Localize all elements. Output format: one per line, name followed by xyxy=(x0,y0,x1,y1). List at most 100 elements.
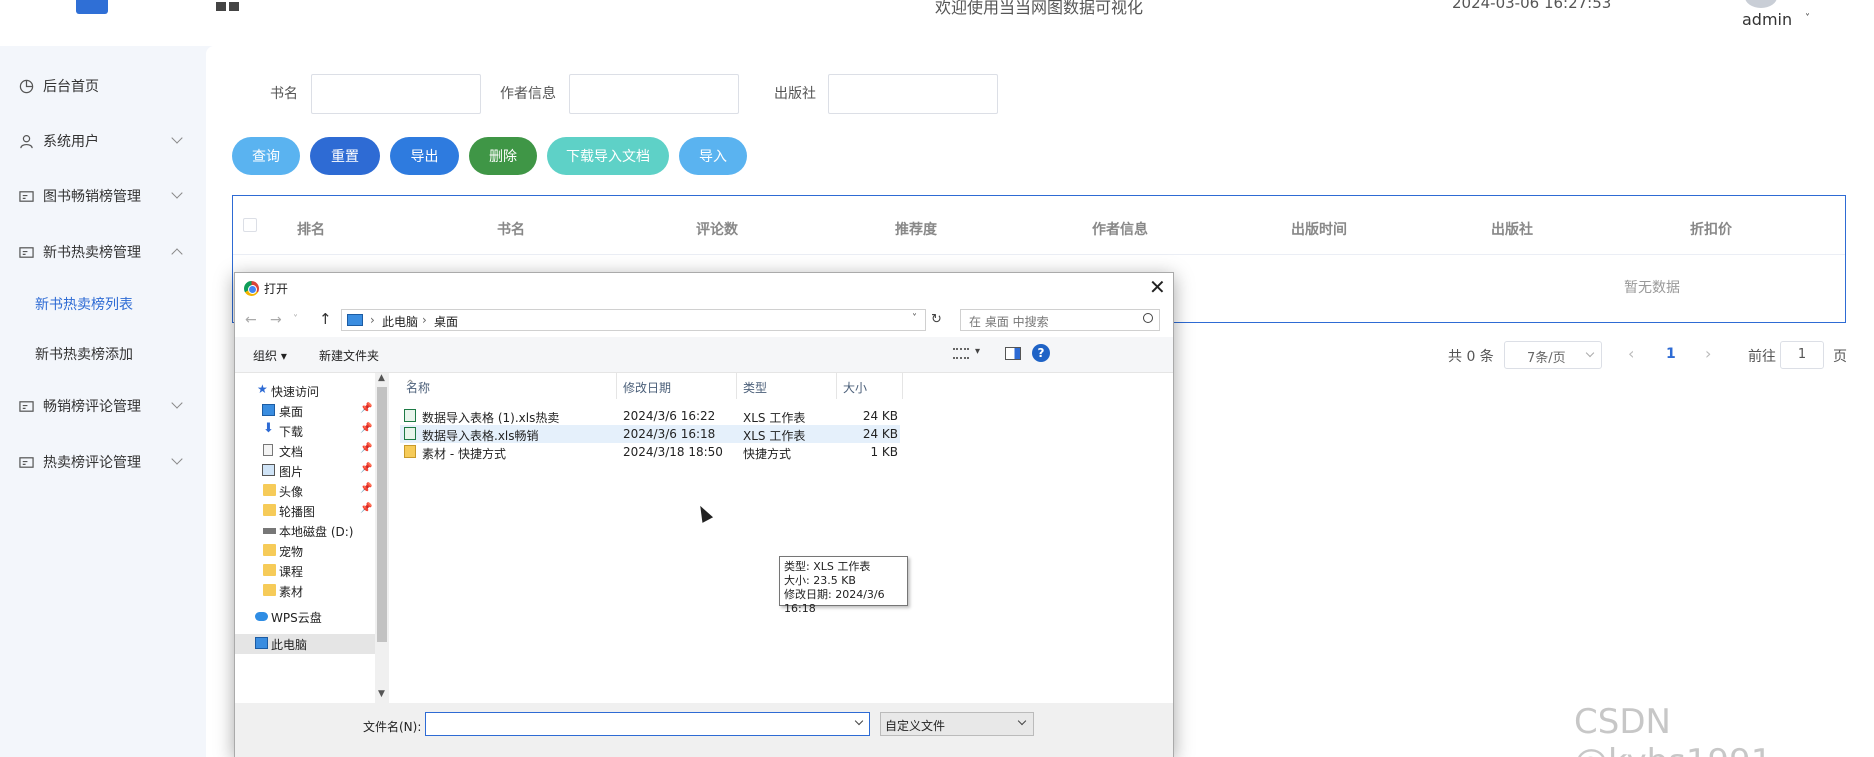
sidebar-item-users[interactable]: 系统用户 xyxy=(0,118,198,164)
pin-icon: 📌 xyxy=(360,423,373,434)
recent-locations-icon[interactable]: ˅ xyxy=(293,314,298,325)
goto-page-input[interactable]: 1 xyxy=(1780,341,1824,369)
nav-folder-pets[interactable]: 宠物 xyxy=(235,541,375,561)
nav-item-label: 图片 xyxy=(279,465,304,479)
filetype-select[interactable]: 自定义文件 xyxy=(880,712,1034,736)
query-button[interactable]: 查询 xyxy=(232,137,300,175)
menu-grid-icon[interactable] xyxy=(216,0,240,11)
tooltip-size: 大小: 23.5 KB xyxy=(784,574,856,587)
chevron-down-icon[interactable]: ˅ xyxy=(1805,13,1810,24)
breadcrumb-this-pc[interactable]: 此电脑 xyxy=(382,313,418,330)
nav-folder-materials[interactable]: 素材 xyxy=(235,581,375,601)
reset-button[interactable]: 重置 xyxy=(310,137,380,175)
nav-documents[interactable]: 文档 📌 xyxy=(235,441,375,461)
select-all-checkbox[interactable] xyxy=(243,218,257,232)
file-name: 素材 - 快捷方式 xyxy=(422,447,506,461)
column-header-size[interactable]: 大小 xyxy=(837,373,903,399)
column-header-type[interactable]: 类型 xyxy=(737,373,837,399)
cloud-icon xyxy=(255,612,268,621)
sidebar-item-bestseller-comments[interactable]: 畅销榜评论管理 xyxy=(0,383,198,429)
sidebar-subitem-new-hot-add[interactable]: 新书热卖榜添加 xyxy=(0,334,198,374)
nav-pane-scrollbar[interactable]: ▲ ▼ xyxy=(375,373,389,703)
publisher-filter-input[interactable] xyxy=(828,74,998,114)
watermark-text: CSDN @kybs1991 xyxy=(1574,702,1772,757)
view-options-icon[interactable] xyxy=(953,348,969,359)
top-bar: 欢迎使用当当网图数据可视化 2024-03-06 16:27:53 admin … xyxy=(0,0,1874,46)
nav-item-label: 此电脑 xyxy=(271,638,308,652)
avatar[interactable] xyxy=(1745,0,1777,8)
download-icon: ⬇ xyxy=(263,421,274,436)
column-header[interactable]: 出版时间 xyxy=(1291,219,1347,239)
file-row[interactable]: 数据导入表格 (1).xls热卖 2024/3/6 16:22 XLS 工作表 … xyxy=(400,407,900,425)
back-arrow-icon[interactable]: ← xyxy=(245,312,257,328)
download-template-button[interactable]: 下载导入文档 xyxy=(547,137,669,175)
nav-item-label: 本地磁盘 (D:) xyxy=(279,525,354,539)
title-filter-input[interactable] xyxy=(311,74,481,114)
pin-icon: 📌 xyxy=(360,483,373,494)
up-arrow-icon[interactable]: ↑ xyxy=(319,310,332,328)
import-button[interactable]: 导入 xyxy=(679,137,747,175)
column-header[interactable]: 折扣价 xyxy=(1690,219,1732,239)
filename-input[interactable] xyxy=(425,712,870,736)
column-header[interactable]: 评论数 xyxy=(696,219,738,239)
page-size-select[interactable]: 7条/页 xyxy=(1504,341,1602,369)
file-row[interactable]: 数据导入表格.xls畅销 2024/3/6 16:18 XLS 工作表 24 K… xyxy=(400,425,900,443)
nav-quick-access[interactable]: ★ 快速访问 xyxy=(235,381,375,401)
nav-folder-courses[interactable]: 课程 xyxy=(235,561,375,581)
sidebar-item-new-hot[interactable]: 新书热卖榜管理 xyxy=(0,229,198,275)
page-number-current[interactable]: 1 xyxy=(1666,346,1676,362)
export-button[interactable]: 导出 xyxy=(390,137,459,175)
chevron-down-icon[interactable]: ˅ xyxy=(912,313,917,324)
organize-button[interactable]: 组织 ▾ xyxy=(253,347,287,364)
dialog-title-bar: 打开 ✕ xyxy=(235,273,1173,303)
close-icon[interactable]: ✕ xyxy=(1149,275,1166,299)
scrollbar-thumb[interactable] xyxy=(377,387,387,642)
chevron-down-icon[interactable] xyxy=(854,716,864,726)
preview-pane-icon[interactable] xyxy=(1005,347,1021,360)
file-row[interactable]: 素材 - 快捷方式 2024/3/18 18:50 快捷方式 1 KB xyxy=(400,443,900,461)
file-size: 1 KB xyxy=(870,445,898,459)
sidebar-item-bestseller[interactable]: 图书畅销榜管理 xyxy=(0,173,198,219)
nav-this-pc[interactable]: 此电脑 xyxy=(235,634,375,654)
nav-downloads[interactable]: ⬇ 下载 📌 xyxy=(235,421,375,441)
help-icon[interactable]: ? xyxy=(1032,344,1050,362)
column-header[interactable]: 书名 xyxy=(497,219,525,239)
breadcrumb-desktop[interactable]: 桌面 xyxy=(434,313,458,330)
nav-drive-d[interactable]: 本地磁盘 (D:) xyxy=(235,521,375,541)
column-header-name[interactable]: 名称 ^ xyxy=(400,373,617,399)
nav-folder-avatar[interactable]: 头像 📌 xyxy=(235,481,375,501)
folder-icon xyxy=(263,504,276,516)
nav-desktop[interactable]: 桌面 📌 xyxy=(235,401,375,421)
column-header[interactable]: 作者信息 xyxy=(1092,219,1148,239)
column-header[interactable]: 推荐度 xyxy=(895,219,937,239)
user-menu-label[interactable]: admin xyxy=(1742,10,1792,29)
forward-arrow-icon[interactable]: → xyxy=(270,312,282,328)
new-folder-button[interactable]: 新建文件夹 xyxy=(319,347,379,364)
scroll-up-icon[interactable]: ▲ xyxy=(378,373,385,383)
sidebar-item-hot-comments[interactable]: 热卖榜评论管理 xyxy=(0,439,198,485)
tooltip-modified: 修改日期: 2024/3/6 16:18 xyxy=(784,588,885,615)
scroll-down-icon[interactable]: ▼ xyxy=(378,689,385,699)
delete-button[interactable]: 删除 xyxy=(469,137,537,175)
breadcrumb-separator: › xyxy=(422,313,427,327)
address-bar[interactable]: › 此电脑 › 桌面 ˅ xyxy=(341,309,926,331)
file-type: 快捷方式 xyxy=(743,447,792,461)
datetime-text: 2024-03-06 16:27:53 xyxy=(1452,0,1612,12)
nav-wps-cloud[interactable]: WPS云盘 xyxy=(235,607,375,627)
nav-item-label: 课程 xyxy=(279,565,304,579)
list-card-icon xyxy=(19,456,34,468)
column-header-modified[interactable]: 修改日期 xyxy=(617,373,737,399)
sidebar-subitem-new-hot-list[interactable]: 新书热卖榜列表 xyxy=(0,284,198,324)
nav-pictures[interactable]: 图片 📌 xyxy=(235,461,375,481)
column-header[interactable]: 排名 xyxy=(297,219,325,239)
refresh-icon[interactable]: ↻ xyxy=(931,312,942,327)
column-header[interactable]: 出版社 xyxy=(1491,219,1533,239)
chevron-down-icon[interactable]: ▾ xyxy=(975,346,980,357)
sidebar-item-home[interactable]: 后台首页 xyxy=(0,63,198,109)
dialog-search-input[interactable]: 在 桌面 中搜索 xyxy=(960,309,1160,331)
prev-page-button[interactable]: ‹ xyxy=(1628,344,1634,363)
author-filter-input[interactable] xyxy=(569,74,739,114)
file-type: XLS 工作表 xyxy=(743,429,806,443)
nav-folder-carousel[interactable]: 轮播图 📌 xyxy=(235,501,375,521)
next-page-button[interactable]: › xyxy=(1705,344,1711,363)
